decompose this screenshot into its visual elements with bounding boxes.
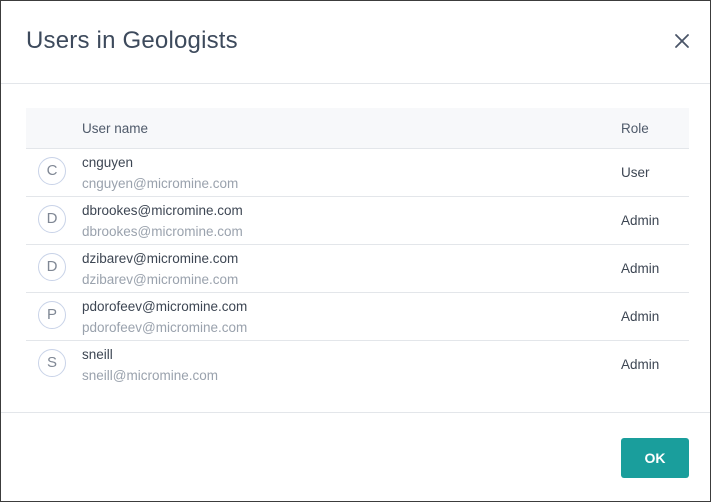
dialog-header: Users in Geologists [1,1,710,84]
user-name: dbrookes@micromine.com [82,203,243,218]
dialog-title: Users in Geologists [26,27,238,54]
dialog-footer: OK [1,412,710,502]
user-name: sneill [82,347,113,362]
avatar: S [38,349,66,377]
dialog-body: User name Role C cnguyen cnguyen@micromi… [1,84,710,412]
user-role: Admin [621,309,660,324]
users-table: User name Role C cnguyen cnguyen@micromi… [26,108,689,388]
user-email: sneill@micromine.com [82,368,218,383]
table-row[interactable]: D dbrookes@micromine.com dbrookes@microm… [26,197,689,245]
user-role: User [621,165,650,180]
avatar: D [38,253,66,281]
user-email: dzibarev@micromine.com [82,272,239,287]
table-row[interactable]: S sneill sneill@micromine.com Admin [26,341,689,388]
user-role: Admin [621,213,660,228]
column-header-user-name: User name [82,121,149,136]
ok-button[interactable]: OK [621,438,689,478]
users-dialog: Users in Geologists User name Role C cng… [0,0,711,502]
user-role: Admin [621,357,660,372]
user-role: Admin [621,261,660,276]
user-email: pdorofeev@micromine.com [82,320,248,335]
user-name: pdorofeev@micromine.com [82,299,248,314]
user-name: cnguyen [82,155,134,170]
table-row[interactable]: P pdorofeev@micromine.com pdorofeev@micr… [26,293,689,341]
table-row[interactable]: C cnguyen cnguyen@micromine.com User [26,149,689,197]
user-email: dbrookes@micromine.com [82,224,243,239]
table-header: User name Role [26,108,689,149]
column-header-role: Role [621,121,649,136]
user-name: dzibarev@micromine.com [82,251,239,266]
table-row[interactable]: D dzibarev@micromine.com dzibarev@microm… [26,245,689,293]
close-button[interactable] [669,28,695,54]
close-icon [675,34,689,48]
avatar: D [38,205,66,233]
user-email: cnguyen@micromine.com [82,176,239,191]
avatar: P [38,301,66,329]
avatar: C [38,157,66,185]
